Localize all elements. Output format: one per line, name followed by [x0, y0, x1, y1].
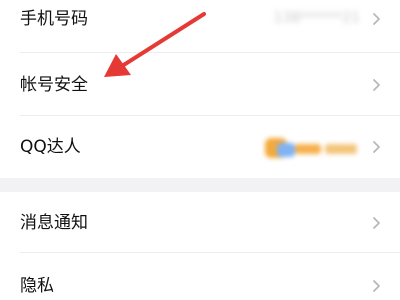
settings-row-qq-talent[interactable]: QQ达人 — [0, 116, 400, 178]
settings-row-account-security[interactable]: 帐号安全 — [0, 53, 400, 115]
chevron-right-icon — [370, 137, 384, 157]
settings-group-account: 手机号码 138******21 帐号安全 QQ达人 — [0, 0, 400, 178]
chevron-right-icon — [370, 213, 384, 233]
settings-screen: 手机号码 138******21 帐号安全 QQ达人 消息通知 隐私 — [0, 0, 400, 300]
account-security-label: 帐号安全 — [20, 75, 88, 95]
phone-label: 手机号码 — [20, 9, 88, 29]
chevron-right-icon — [370, 9, 384, 29]
settings-group-general: 消息通知 隐私 — [0, 192, 400, 300]
phone-value-blurred: 138******21 — [273, 10, 360, 26]
chevron-right-icon — [370, 276, 384, 296]
qq-talent-label: QQ达人 — [20, 137, 81, 157]
settings-row-notifications[interactable]: 消息通知 — [0, 192, 400, 252]
qq-talent-badge-blurred — [257, 135, 362, 161]
notifications-label: 消息通知 — [20, 213, 88, 233]
settings-row-privacy[interactable]: 隐私 — [0, 253, 400, 300]
chevron-right-icon — [370, 75, 384, 95]
privacy-label: 隐私 — [20, 276, 54, 296]
settings-row-phone[interactable]: 手机号码 138******21 — [0, 0, 400, 52]
